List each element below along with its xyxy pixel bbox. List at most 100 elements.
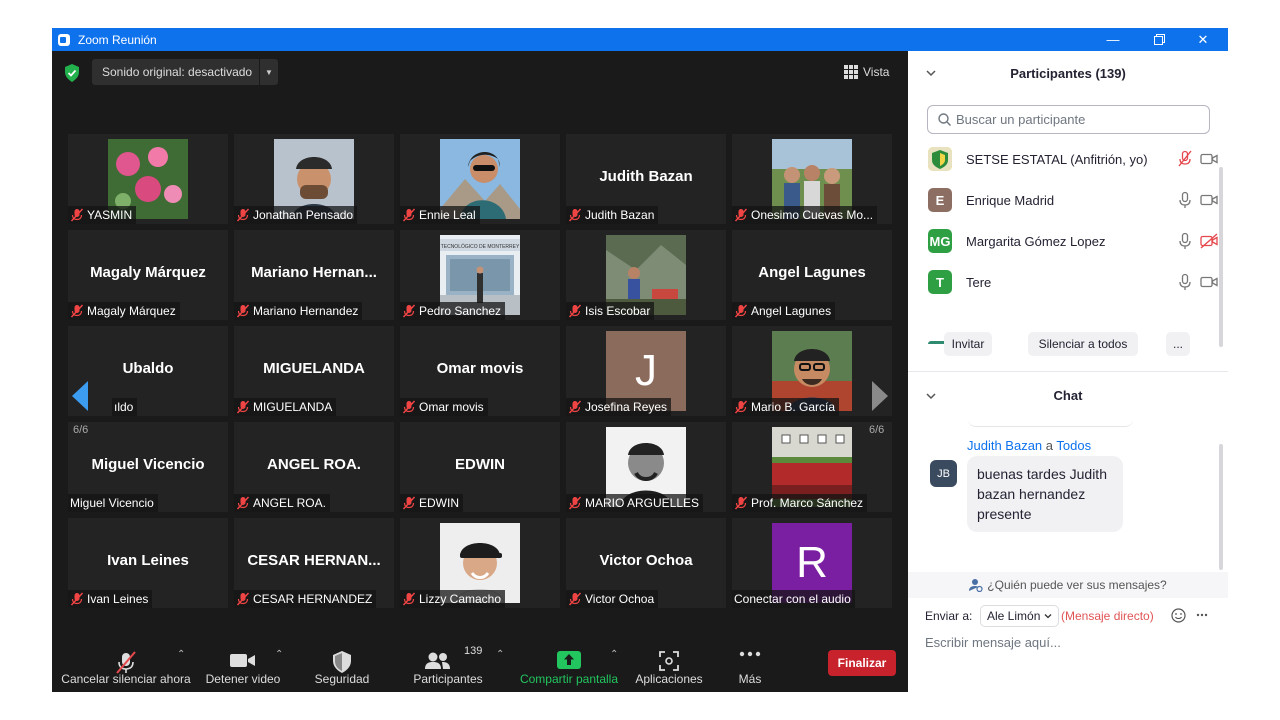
video-camera-icon[interactable] <box>1200 191 1218 209</box>
participant-video-tile[interactable]: CESAR HERNAN... CESAR HERNANDEZ <box>234 518 394 608</box>
participant-name: Isis Escobar <box>585 304 651 318</box>
emoji-icon[interactable] <box>1171 608 1186 623</box>
restore-button[interactable] <box>1136 28 1182 51</box>
participant-video-tile[interactable]: EDWIN EDWIN <box>400 422 560 512</box>
close-button[interactable]: ✕ <box>1180 28 1226 51</box>
microphone-icon[interactable] <box>1176 191 1194 209</box>
apps-button[interactable]: Aplicaciones <box>632 635 706 692</box>
participants-more-button[interactable]: ... <box>1166 332 1190 356</box>
participant-name: Judith Bazan <box>585 208 655 222</box>
participant-name: Lizzy Camacho <box>419 592 502 606</box>
participant-video-tile[interactable]: Omar movis Omar movis <box>400 326 560 416</box>
participant-video-tile[interactable]: Lizzy Camacho <box>400 518 560 608</box>
invite-button[interactable]: Invitar <box>944 332 992 356</box>
muted-microphone-icon[interactable] <box>1176 150 1194 168</box>
participants-options-caret-icon[interactable]: ⌃ <box>496 649 504 660</box>
participant-name-label: Miguel Vicencio <box>68 494 158 512</box>
participant-row-name: Margarita Gómez Lopez <box>966 233 1106 249</box>
participant-video-tile[interactable]: R Conectar con el audio <box>732 518 892 608</box>
minimize-button[interactable]: — <box>1090 28 1136 51</box>
encryption-shield-icon[interactable] <box>64 64 80 82</box>
participant-name: Jonathan Pensado <box>253 208 354 222</box>
participant-video-tile[interactable]: Ivan Leines Ivan Leines <box>68 518 228 608</box>
participant-row[interactable]: MG Margarita Gómez Lopez <box>928 226 1218 256</box>
chevron-down-icon[interactable]: ▼ <box>259 59 278 85</box>
video-options-caret-icon[interactable]: ⌃ <box>275 649 283 660</box>
microphone-icon[interactable] <box>1176 273 1194 291</box>
security-button[interactable]: Seguridad <box>306 635 378 692</box>
participant-display-name: Judith Bazan <box>599 168 693 185</box>
more-button[interactable]: Más <box>728 635 772 692</box>
next-page-arrow-icon[interactable] <box>872 381 888 411</box>
chat-recipient-name[interactable]: Todos <box>1056 438 1091 453</box>
participant-video-tile[interactable]: Ennie Leal <box>400 134 560 224</box>
collapse-participants-chevron-icon[interactable] <box>926 68 936 78</box>
recipient-select[interactable]: Ale Limón <box>980 605 1060 627</box>
share-screen-button[interactable]: Compartir pantalla <box>518 635 620 692</box>
end-meeting-button[interactable]: Finalizar <box>828 650 896 676</box>
participant-video-tile[interactable]: ANGEL ROA. ANGEL ROA. <box>234 422 394 512</box>
chat-more-icon[interactable] <box>1196 613 1208 617</box>
recipient-value: Ale Limón <box>987 609 1041 623</box>
participant-avatar: E <box>928 188 952 212</box>
participant-video-tile[interactable]: Angel Lagunes Angel Lagunes <box>732 230 892 320</box>
muted-microphone-icon <box>568 496 582 510</box>
participant-name: MIGUELANDA <box>253 400 333 414</box>
muted-microphone-icon <box>70 208 84 222</box>
participant-video-tile[interactable]: Victor Ochoa Victor Ochoa <box>566 518 726 608</box>
meeting-toolbar: Cancelar silenciar ahora ⌃ Detener video… <box>52 635 908 692</box>
participant-video-tile[interactable]: Miguel Vicencio Miguel Vicencio <box>68 422 228 512</box>
collapse-chat-chevron-icon[interactable] <box>926 391 936 401</box>
share-screen-icon <box>557 651 581 669</box>
participants-button[interactable]: 139 Participantes <box>410 635 486 692</box>
chat-to-word: a <box>1045 438 1054 453</box>
participant-video-tile[interactable]: TECNOLÓGICO DE MONTERREY Pedro Sanchez <box>400 230 560 320</box>
participant-video-tile[interactable]: MIGUELANDA MIGUELANDA <box>234 326 394 416</box>
participant-name-label: YASMIN <box>68 206 137 224</box>
security-shield-icon <box>333 651 351 673</box>
participant-name: MARIO ARGUELLES <box>585 496 700 510</box>
share-options-caret-icon[interactable]: ⌃ <box>610 649 618 660</box>
who-can-see-link[interactable]: ¿Quién puede ver sus mensajes? <box>908 572 1228 598</box>
chat-message-input[interactable]: Escribir mensaje aquí... <box>925 635 1215 650</box>
view-button[interactable]: Vista <box>844 61 889 83</box>
video-camera-icon[interactable] <box>1200 150 1218 168</box>
participant-video-tile[interactable]: Judith Bazan Judith Bazan <box>566 134 726 224</box>
chat-sender-name[interactable]: Judith Bazan <box>967 438 1042 453</box>
participant-video-tile[interactable]: Mario B. García <box>732 326 892 416</box>
participant-name: Josefina Reyes <box>585 400 668 414</box>
audio-options-caret-icon[interactable]: ⌃ <box>177 649 185 660</box>
stop-video-button[interactable]: Detener video <box>202 635 284 692</box>
video-camera-icon[interactable] <box>1200 273 1218 291</box>
participant-video-tile[interactable]: Mariano Hernan... Mariano Hernandez <box>234 230 394 320</box>
participant-video-tile[interactable]: Ubaldo ıldo <box>68 326 228 416</box>
participants-scrollbar[interactable] <box>1219 167 1223 347</box>
participant-video-tile[interactable]: Prof. Marco Sánchez <box>732 422 892 512</box>
video-off-icon[interactable] <box>1200 232 1218 250</box>
participant-row[interactable]: T Tere <box>928 267 1218 297</box>
direct-message-label: (Mensaje directo) <box>1061 609 1154 623</box>
share-screen-label: Compartir pantalla <box>519 672 619 686</box>
participant-display-name: Ivan Leines <box>107 552 189 569</box>
original-sound-button[interactable]: Sonido original: desactivado ▼ <box>92 59 278 85</box>
muted-microphone-icon <box>70 304 84 318</box>
participant-video-tile[interactable]: J Josefina Reyes <box>566 326 726 416</box>
chat-scrollbar[interactable] <box>1219 444 1223 570</box>
participant-video-tile[interactable]: Magaly Márquez Magaly Márquez <box>68 230 228 320</box>
unmute-button[interactable]: Cancelar silenciar ahora <box>58 635 194 692</box>
participant-search-input[interactable]: Buscar un participante <box>927 105 1210 134</box>
participant-video-tile[interactable]: YASMIN <box>68 134 228 224</box>
muted-microphone-icon <box>734 400 748 414</box>
participant-video-tile[interactable]: Isis Escobar <box>566 230 726 320</box>
previous-message-bubble <box>968 418 1133 427</box>
participant-display-name: ANGEL ROA. <box>267 456 361 473</box>
microphone-icon[interactable] <box>1176 232 1194 250</box>
participant-video-tile[interactable]: Onesimo Cuevas Mo... <box>732 134 892 224</box>
participant-row-name: Tere <box>966 274 992 290</box>
participant-video-tile[interactable]: Jonathan Pensado <box>234 134 394 224</box>
participant-row[interactable]: SETSE ESTATAL (Anfitrión, yo) <box>928 144 1218 174</box>
mute-all-button[interactable]: Silenciar a todos <box>1028 332 1138 356</box>
participant-row[interactable]: E Enrique Madrid <box>928 185 1218 215</box>
participant-video-tile[interactable]: MARIO ARGUELLES <box>566 422 726 512</box>
previous-page-arrow-icon[interactable] <box>72 381 88 411</box>
